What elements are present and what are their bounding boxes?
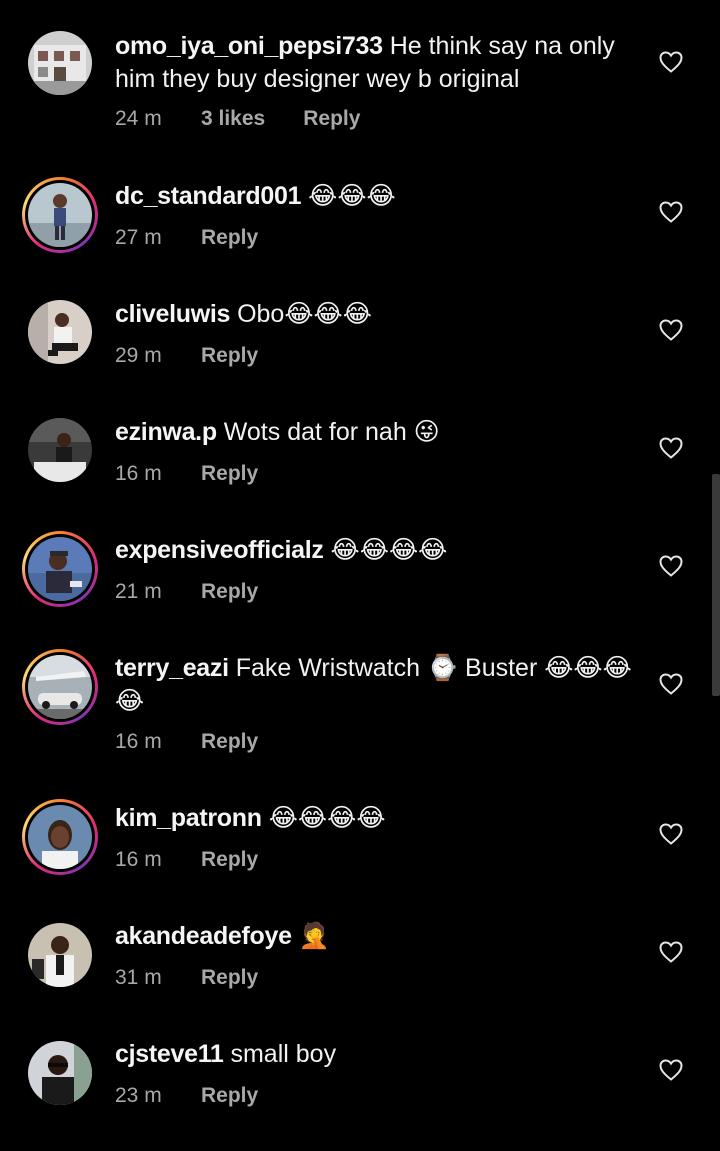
- avatar[interactable]: [22, 177, 98, 253]
- comment-username[interactable]: ezinwa.p: [115, 418, 217, 446]
- comment-meta: 27 m Reply: [115, 224, 258, 252]
- comment-text: kim_patronn 😂😂😂😂: [115, 802, 645, 835]
- comment-username[interactable]: kim_patronn: [115, 804, 262, 832]
- avatar-image: [28, 418, 92, 482]
- avatar-image: [28, 1041, 92, 1105]
- avatar-image: [28, 183, 92, 247]
- comment-text: omo_iya_oni_pepsi733 He think say na onl…: [115, 30, 645, 96]
- reply-button[interactable]: Reply: [201, 462, 258, 485]
- likes-count-link[interactable]: 3 likes: [201, 107, 265, 130]
- comment-username[interactable]: cjsteve11: [115, 1040, 224, 1068]
- comment-time: 21 m: [115, 580, 162, 603]
- avatar-image: [28, 923, 92, 987]
- avatar[interactable]: [22, 25, 98, 101]
- comment-meta: 16 m Reply: [115, 460, 258, 488]
- heart-icon[interactable]: [659, 51, 683, 73]
- heart-icon[interactable]: [659, 555, 683, 577]
- comment-text: akandeadefoye 🤦: [115, 920, 645, 953]
- avatar[interactable]: [22, 799, 98, 875]
- avatar-image: [28, 805, 92, 869]
- reply-button[interactable]: Reply: [201, 1084, 258, 1107]
- comment-body: 😂😂😂: [308, 182, 396, 210]
- reply-button[interactable]: Reply: [201, 580, 258, 603]
- comment-text: terry_eazi Fake Wristwatch ⌚ Buster 😂😂😂😂: [115, 652, 645, 718]
- comment-username[interactable]: omo_iya_oni_pepsi733: [115, 32, 383, 60]
- comment-username[interactable]: akandeadefoye: [115, 922, 292, 950]
- avatar-image: [28, 537, 92, 601]
- reply-button[interactable]: Reply: [201, 848, 258, 871]
- avatar[interactable]: [22, 531, 98, 607]
- heart-icon[interactable]: [659, 1059, 683, 1081]
- heart-icon[interactable]: [659, 673, 683, 695]
- comment-time: 16 m: [115, 462, 162, 485]
- reply-button[interactable]: Reply: [201, 730, 258, 753]
- comment-username[interactable]: dc_standard001: [115, 182, 301, 210]
- comment-meta: 21 m Reply: [115, 578, 258, 606]
- comment-body: 😂😂😂😂: [330, 536, 448, 564]
- comment-text: dc_standard001 😂😂😂: [115, 180, 645, 213]
- comment-time: 16 m: [115, 730, 162, 753]
- heart-icon[interactable]: [659, 201, 683, 223]
- comment-username[interactable]: cliveluwis: [115, 300, 230, 328]
- comment-time: 27 m: [115, 226, 162, 249]
- heart-icon[interactable]: [659, 823, 683, 845]
- comment-username[interactable]: expensiveofficialz: [115, 536, 324, 564]
- scrollbar[interactable]: [712, 474, 720, 696]
- comment-meta: 16 m Reply: [115, 846, 258, 874]
- avatar-image: [28, 31, 92, 95]
- comment-time: 23 m: [115, 1084, 162, 1107]
- avatar[interactable]: [22, 649, 98, 725]
- avatar-image: [28, 300, 92, 364]
- comment-body: Wots dat for nah 😜: [223, 418, 440, 446]
- comment-meta: 16 m Reply: [115, 728, 258, 756]
- comment-username[interactable]: terry_eazi: [115, 654, 229, 682]
- heart-icon[interactable]: [659, 319, 683, 341]
- comment-body: 😂😂😂😂: [268, 804, 386, 832]
- comment-text: cliveluwis Obo😂😂😂: [115, 298, 645, 331]
- reply-button[interactable]: Reply: [303, 107, 360, 130]
- comment-time: 24 m: [115, 107, 162, 130]
- comment-body: Obo😂😂😂: [237, 300, 372, 328]
- avatar[interactable]: [22, 412, 98, 488]
- comment-time: 29 m: [115, 344, 162, 367]
- comment-meta: 31 m Reply: [115, 964, 258, 992]
- comment-body: 🤦: [298, 922, 330, 950]
- heart-icon[interactable]: [659, 437, 683, 459]
- heart-icon[interactable]: [659, 941, 683, 963]
- comment-body: small boy: [230, 1040, 337, 1068]
- avatar[interactable]: [22, 294, 98, 370]
- comment-text: ezinwa.p Wots dat for nah 😜: [115, 416, 645, 449]
- comment-text: cjsteve11 small boy: [115, 1038, 645, 1071]
- comment-text: expensiveofficialz 😂😂😂😂: [115, 534, 645, 567]
- reply-button[interactable]: Reply: [201, 344, 258, 367]
- avatar[interactable]: [22, 1035, 98, 1111]
- avatar[interactable]: [22, 917, 98, 993]
- reply-button[interactable]: Reply: [201, 226, 258, 249]
- reply-button[interactable]: Reply: [201, 966, 258, 989]
- comment-meta: 29 m Reply: [115, 342, 258, 370]
- comment-time: 31 m: [115, 966, 162, 989]
- comment-meta: 23 m Reply: [115, 1082, 258, 1110]
- avatar-image: [28, 655, 92, 719]
- comment-time: 16 m: [115, 848, 162, 871]
- comment-meta: 24 m 3 likes Reply: [115, 105, 360, 133]
